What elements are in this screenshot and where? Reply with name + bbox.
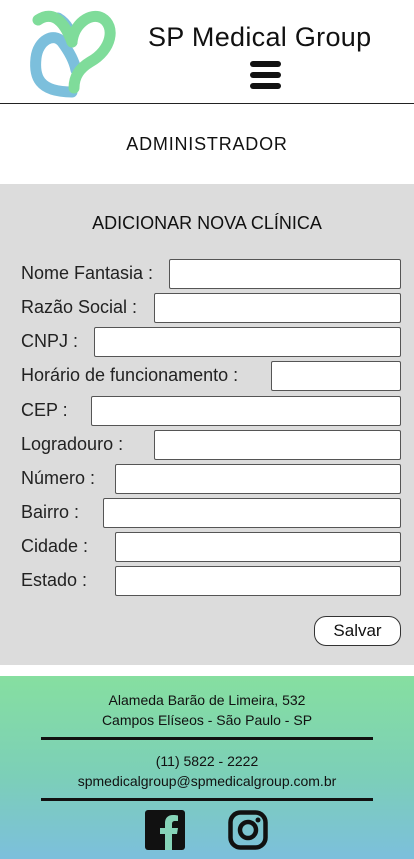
menu-bar: [250, 61, 281, 67]
numero-input[interactable]: [115, 464, 401, 494]
facebook-icon[interactable]: [145, 810, 185, 850]
page-title: ADMINISTRADOR: [126, 134, 288, 154]
cep-input[interactable]: [91, 396, 401, 426]
email-link[interactable]: spmedicalgroup@spmedicalgroup.com.br: [0, 773, 414, 789]
hamburger-menu-icon[interactable]: [250, 61, 281, 90]
field-label: Nome Fantasia :: [21, 263, 154, 283]
field-label: Logradouro :: [21, 434, 124, 454]
field-nome-fantasia: Nome Fantasia :: [21, 259, 401, 289]
field-label: Número :: [21, 468, 96, 488]
razao-social-input[interactable]: [154, 293, 401, 323]
footer: Alameda Barão de Limeira, 532 Campos Elí…: [0, 676, 414, 859]
cidade-input[interactable]: [115, 532, 401, 562]
logradouro-input[interactable]: [154, 430, 401, 460]
nome-fantasia-input[interactable]: [169, 259, 401, 289]
address-line-2: Campos Elíseos - São Paulo - SP: [101, 712, 313, 728]
field-label: Bairro :: [21, 502, 80, 522]
footer-divider: [41, 737, 373, 740]
field-label: Razão Social :: [21, 297, 138, 317]
new-clinic-form: ADICIONAR NOVA CLÍNICA Nome Fantasia : R…: [0, 184, 414, 665]
field-bairro: Bairro :: [21, 498, 401, 528]
footer-divider: [41, 798, 373, 801]
field-estado: Estado :: [21, 566, 401, 596]
horario-input[interactable]: [271, 361, 401, 391]
field-horario: Horário de funcionamento :: [21, 361, 401, 391]
instagram-icon[interactable]: [228, 810, 268, 850]
field-numero: Número :: [21, 464, 401, 494]
menu-bar: [250, 72, 281, 78]
estado-input[interactable]: [115, 566, 401, 596]
field-logradouro: Logradouro :: [21, 430, 401, 460]
field-label: Estado :: [21, 570, 88, 590]
save-button[interactable]: Salvar: [314, 616, 401, 646]
heart-logo-icon[interactable]: [28, 6, 116, 98]
menu-bar: [250, 83, 281, 89]
field-label: Cidade :: [21, 536, 89, 556]
brand-name: SP Medical Group: [148, 22, 372, 52]
form-title: ADICIONAR NOVA CLÍNICA: [92, 213, 322, 233]
field-cep: CEP :: [21, 396, 401, 426]
cnpj-input[interactable]: [94, 327, 401, 357]
field-razao-social: Razão Social :: [21, 293, 401, 323]
phone: (11) 5822 - 2222: [155, 753, 259, 769]
bairro-input[interactable]: [103, 498, 401, 528]
field-label: Horário de funcionamento :: [21, 365, 239, 385]
field-label: CEP :: [21, 400, 68, 420]
field-label: CNPJ :: [21, 331, 79, 351]
address-line-1: Alameda Barão de Limeira, 532: [108, 692, 306, 708]
field-cnpj: CNPJ :: [21, 327, 401, 357]
header: SP Medical Group: [0, 0, 414, 104]
field-cidade: Cidade :: [21, 532, 401, 562]
